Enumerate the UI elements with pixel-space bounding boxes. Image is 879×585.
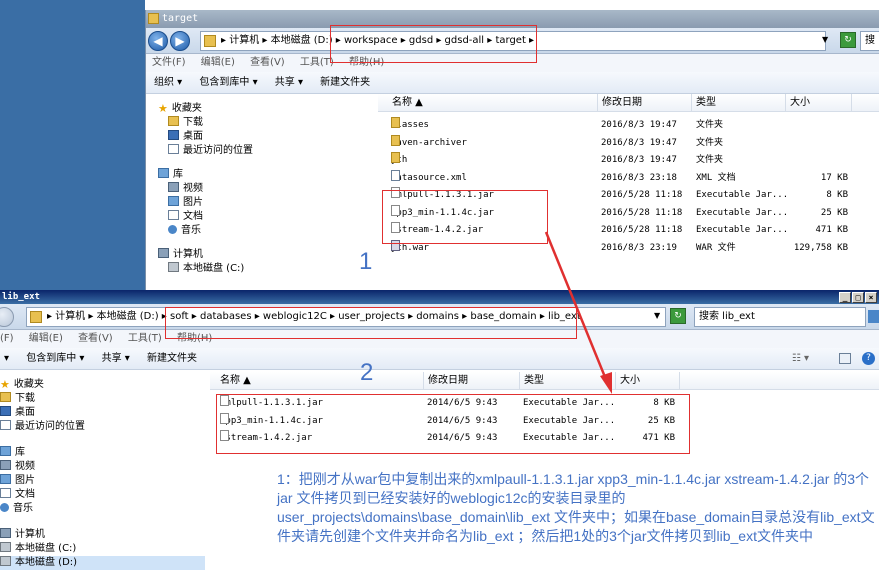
arrow-line [544,231,609,383]
instruction-note: 1：把刚才从war包中复制出来的xmlpaull-1.1.3.1.jar xpp… [277,471,875,544]
arrow-head [600,372,612,394]
